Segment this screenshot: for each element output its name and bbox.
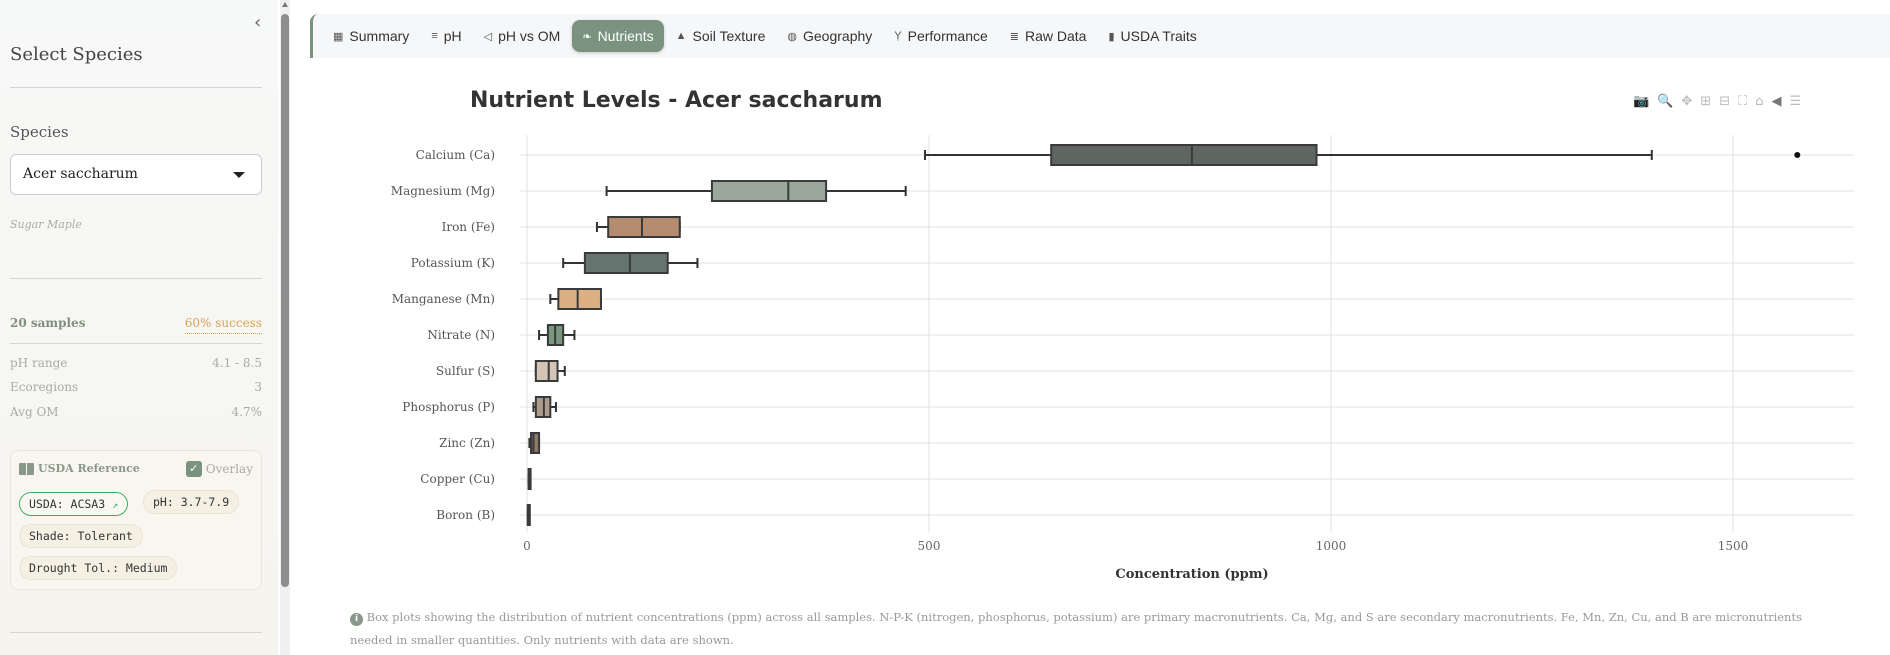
x-tick-label: 1000 [1316,539,1347,553]
y-tick-label: Iron (Fe) [442,220,495,234]
box-sulfur [534,360,559,382]
divider [10,632,262,633]
box-manganese [557,288,602,310]
box-iron [607,216,681,238]
outlier-point [1794,152,1801,158]
box-zinc [530,432,541,454]
info-icon: i [350,613,363,626]
y-tick-label: Zinc (Zn) [439,436,495,450]
x-axis-title: Concentration (ppm) [1115,567,1268,582]
x-tick-label: 500 [918,539,941,553]
box-magnesium [710,180,828,202]
note-text: Box plots showing the distribution of nu… [350,610,1802,647]
y-tick-label: Copper (Cu) [420,472,495,486]
y-tick-label: Calcium (Ca) [416,148,495,162]
y-tick-label: Phosphorus (P) [402,400,495,414]
box-plot: 0 500 1000 1500 Calcium (Ca) Magnesium (Mg) Ir… [391,135,1854,582]
box-calcium [1050,144,1318,166]
y-tick-label: Manganese (Mn) [392,292,495,306]
y-tick-label: Sulfur (S) [436,364,495,378]
x-tick-label: 1500 [1718,539,1749,553]
y-tick-label: Magnesium (Mg) [391,184,495,198]
y-tick-label: Nitrate (N) [427,328,495,342]
x-tick-label: 0 [523,539,531,553]
y-tick-label: Boron (B) [436,508,495,522]
y-tick-label: Potassium (K) [411,256,495,270]
chart-note: i Box plots showing the distribution of … [350,606,1840,652]
box-potassium [583,252,669,274]
